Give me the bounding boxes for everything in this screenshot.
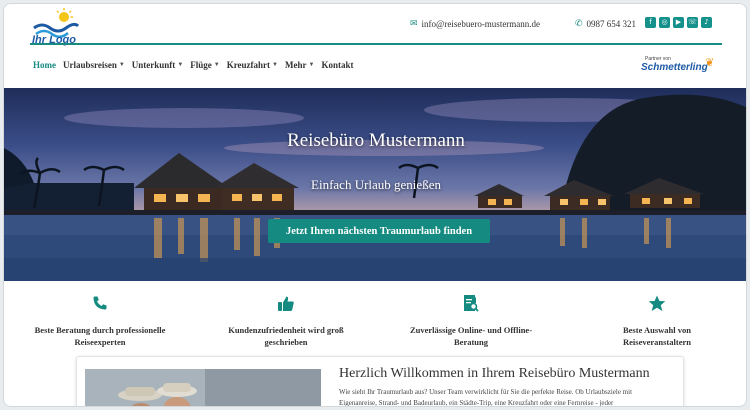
nav-item-unterkunft[interactable]: Unterkunft ▼ <box>132 60 183 70</box>
nav-item-kreuzfahrt[interactable]: Kreuzfahrt ▼ <box>227 60 278 70</box>
hero-title: Reisebüro Mustermann <box>287 130 465 151</box>
browser-frame: Ihr Logo ✉ info@reisebuero-mustermann.de… <box>3 3 747 407</box>
phone-number[interactable]: 0987 654 321 <box>587 19 637 29</box>
document-search-icon <box>381 292 561 314</box>
whatsapp-icon[interactable]: ☏ <box>687 17 698 28</box>
welcome-text: Wie sieht Ihr Traumurlaub aus? Unser Tea… <box>339 388 633 407</box>
feature-label: Kundenzufriedenheit wird groß geschrieben <box>228 325 344 347</box>
header-divider <box>30 43 722 45</box>
chevron-down-icon: ▼ <box>118 62 125 68</box>
phone-icon <box>10 292 190 314</box>
phone-icon: ✆ <box>575 18 583 28</box>
nav-item-urlaubsreisen[interactable]: Urlaubsreisen ▼ <box>63 60 125 70</box>
feature-label: Zuverlässige Online- und Offline- Beratun… <box>409 325 533 347</box>
thumbs-up-icon <box>196 292 376 314</box>
feature-selection: Beste Auswahl von Reiseveranstaltern <box>567 292 746 348</box>
youtube-icon[interactable]: ▶ <box>673 17 684 28</box>
nav-item-home[interactable]: Home <box>33 60 56 70</box>
nav-item-fluege[interactable]: Flüge ▼ <box>190 60 219 70</box>
site-header: Ihr Logo ✉ info@reisebuero-mustermann.de… <box>4 4 746 88</box>
email-contact[interactable]: ✉ info@reisebuero-mustermann.de <box>410 18 540 29</box>
butterfly-icon: ❦ <box>705 57 715 69</box>
email-address[interactable]: info@reisebuero-mustermann.de <box>422 19 541 29</box>
nav-label: Home <box>33 60 56 70</box>
nav-label: Kreuzfahrt <box>226 60 271 70</box>
hero-cta-button[interactable]: Jetzt Ihren nächsten Traumurlaub finden <box>268 219 490 243</box>
instagram-icon[interactable]: ◎ <box>659 17 670 28</box>
features-row: Beste Beratung durch professionelle Reise… <box>4 292 746 354</box>
nav-item-mehr[interactable]: Mehr ▼ <box>285 60 314 70</box>
team-photo <box>85 369 321 406</box>
nav-label: Flüge <box>190 60 212 70</box>
feature-consulting: Beste Beratung durch professionelle Reise… <box>10 292 190 348</box>
partner-logo[interactable]: Partner von Schmetterling ❦ <box>641 56 721 78</box>
feature-label: Beste Auswahl von Reiseveranstaltern <box>622 325 691 347</box>
welcome-card: Herzlich Willkommen in Ihrem Reisebüro M… <box>76 356 684 407</box>
main-nav: Home Urlaubsreisen ▼ Unterkunft ▼ Flüge ▼ K… <box>33 60 353 70</box>
feature-online-offline: Zuverlässige Online- und Offline- Beratun… <box>381 292 561 348</box>
feature-label: Beste Beratung durch professionelle Reise… <box>34 325 166 347</box>
nav-item-kontakt[interactable]: Kontakt <box>321 60 353 70</box>
feature-satisfaction: Kundenzufriedenheit wird groß geschrieben <box>196 292 376 348</box>
welcome-title: Herzlich Willkommen in Ihrem Reisebüro M… <box>339 366 650 381</box>
chevron-down-icon: ▼ <box>213 62 220 68</box>
hero-subtitle: Einfach Urlaub genießen <box>311 177 441 192</box>
hero-banner: Reisebüro Mustermann Einfach Urlaub geni… <box>4 88 746 281</box>
nav-label: Urlaubsreisen <box>63 60 117 70</box>
nav-label: Mehr <box>285 60 307 70</box>
star-icon <box>567 292 746 314</box>
chevron-down-icon: ▼ <box>308 62 315 68</box>
facebook-icon[interactable]: f <box>645 17 656 28</box>
nav-label: Kontakt <box>321 60 354 70</box>
chevron-down-icon: ▼ <box>177 62 184 68</box>
envelope-icon: ✉ <box>410 18 418 28</box>
tiktok-icon[interactable]: ♪ <box>701 17 712 28</box>
nav-label: Unterkunft <box>131 60 176 70</box>
chevron-down-icon: ▼ <box>272 62 278 68</box>
partner-name: Schmetterling <box>641 62 708 73</box>
phone-contact[interactable]: ✆ 0987 654 321 <box>575 18 636 29</box>
social-icons: f ◎ ▶ ☏ ♪ <box>645 17 712 28</box>
